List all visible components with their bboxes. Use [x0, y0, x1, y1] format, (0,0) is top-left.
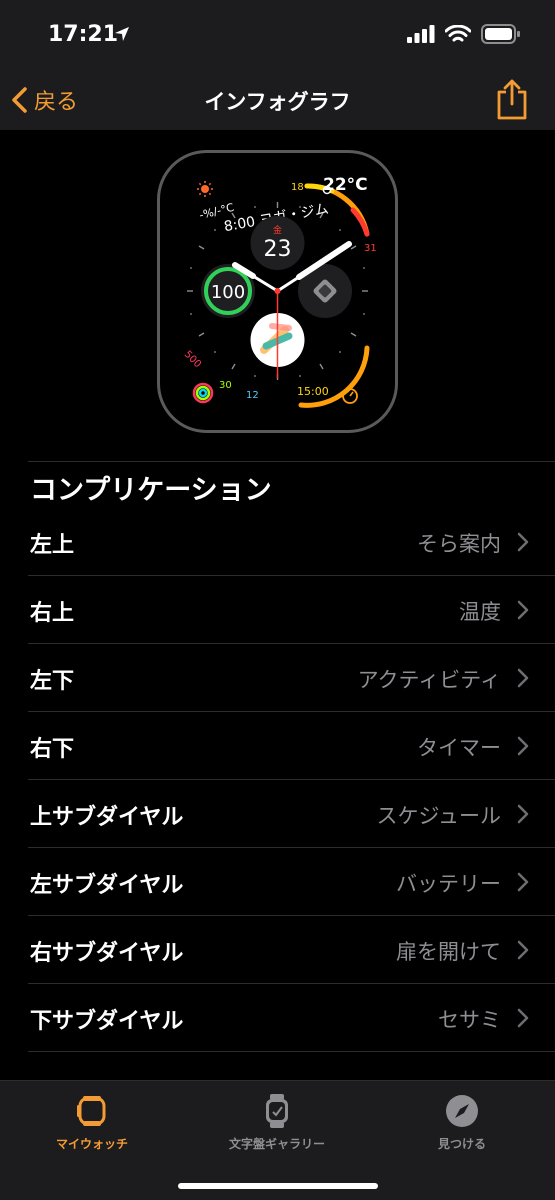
- location-arrow-icon: [115, 27, 129, 41]
- wifi-icon: [445, 24, 471, 41]
- section-header: コンプリケーション: [30, 475, 272, 506]
- row-label: 右サブダイヤル: [30, 941, 184, 966]
- battery-percent: 100: [211, 282, 245, 303]
- row-label: 上サブダイヤル: [30, 805, 184, 830]
- temp-value: 22°C: [323, 175, 368, 195]
- complication-row-bottom-subdial[interactable]: 下サブダイヤル セサミ: [0, 984, 555, 1052]
- row-value: タイマー: [417, 736, 501, 760]
- chevron-right-icon: [517, 1008, 529, 1028]
- temp-min: 18: [291, 182, 304, 193]
- activity-exercise: 30: [219, 380, 232, 391]
- chevron-right-icon: [517, 600, 529, 620]
- battery-icon: [481, 24, 520, 44]
- temp-max: 31: [364, 243, 377, 254]
- tab-bar: マイウォッチ 文字盤ギャラリー 見つける: [0, 1080, 555, 1200]
- watch-gallery-icon: [266, 1094, 288, 1128]
- row-label: 右上: [30, 601, 75, 626]
- row-value: スケジュール: [376, 804, 501, 828]
- complication-row-left-subdial[interactable]: 左サブダイヤル バッテリー: [0, 848, 555, 916]
- status-bar: 17:21: [0, 0, 555, 72]
- row-label: 右下: [30, 737, 75, 762]
- complication-row-right-subdial[interactable]: 右サブダイヤル 扉を開けて: [0, 916, 555, 984]
- tab-label: マイウォッチ: [55, 1137, 128, 1151]
- chevron-right-icon: [517, 736, 529, 756]
- row-label: 左上: [30, 533, 75, 558]
- row-value: バッテリー: [396, 872, 501, 896]
- row-value: セサミ: [438, 1008, 501, 1032]
- row-label: 左下: [30, 669, 75, 694]
- section-divider: [28, 461, 555, 462]
- chevron-right-icon: [517, 804, 529, 824]
- complication-row-bottom-right[interactable]: 右下 タイマー: [0, 712, 555, 780]
- watch-preview: -%/-°C 18 31 22°C 8:00 ヨガ・ジム 金 23 100 50…: [0, 130, 555, 452]
- calendar-weekday: 金: [273, 224, 282, 236]
- timer-value: 15:00: [297, 385, 329, 398]
- row-value: 扉を開けて: [396, 940, 501, 964]
- row-label: 下サブダイヤル: [30, 1009, 184, 1034]
- watch-face-preview[interactable]: -%/-°C 18 31 22°C 8:00 ヨガ・ジム 金 23 100 50…: [157, 150, 398, 433]
- tab-label: 見つける: [437, 1137, 486, 1151]
- tab-my-watch[interactable]: マイウォッチ: [22, 1093, 162, 1152]
- activity-stand: 12: [246, 390, 259, 401]
- chevron-right-icon: [517, 532, 529, 552]
- complication-row-top-right[interactable]: 右上 温度: [0, 576, 555, 644]
- row-value: アクティビティ: [357, 668, 501, 692]
- share-icon[interactable]: [495, 78, 529, 122]
- complication-list: 左上 そら案内 右上 温度 左下 アクティビティ 右下 タイマー 上サブダイヤル…: [0, 508, 555, 1052]
- chevron-right-icon: [517, 668, 529, 688]
- watch-icon: [77, 1096, 106, 1126]
- complication-row-top-left[interactable]: 左上 そら案内: [0, 508, 555, 576]
- page-title: インフォグラフ: [204, 90, 351, 114]
- row-value: 温度: [459, 600, 501, 624]
- calendar-day: 23: [264, 237, 292, 262]
- status-indicators: [407, 24, 521, 44]
- chevron-right-icon: [517, 872, 529, 892]
- complication-row-top-subdial[interactable]: 上サブダイヤル スケジュール: [0, 780, 555, 848]
- tab-discover[interactable]: 見つける: [392, 1093, 532, 1152]
- cellular-signal-icon: [407, 25, 435, 43]
- navigation-bar: 戻る インフォグラフ: [0, 72, 555, 130]
- row-label: 左サブダイヤル: [30, 873, 184, 898]
- home-indicator: [178, 1183, 378, 1189]
- tab-label: 文字盤ギャラリー: [228, 1137, 325, 1151]
- compass-icon: [446, 1095, 478, 1127]
- tab-face-gallery[interactable]: 文字盤ギャラリー: [207, 1093, 347, 1152]
- status-time: 17:21: [48, 22, 119, 47]
- chevron-right-icon: [517, 940, 529, 960]
- row-value: そら案内: [417, 532, 501, 556]
- complication-row-bottom-left[interactable]: 左下 アクティビティ: [0, 644, 555, 712]
